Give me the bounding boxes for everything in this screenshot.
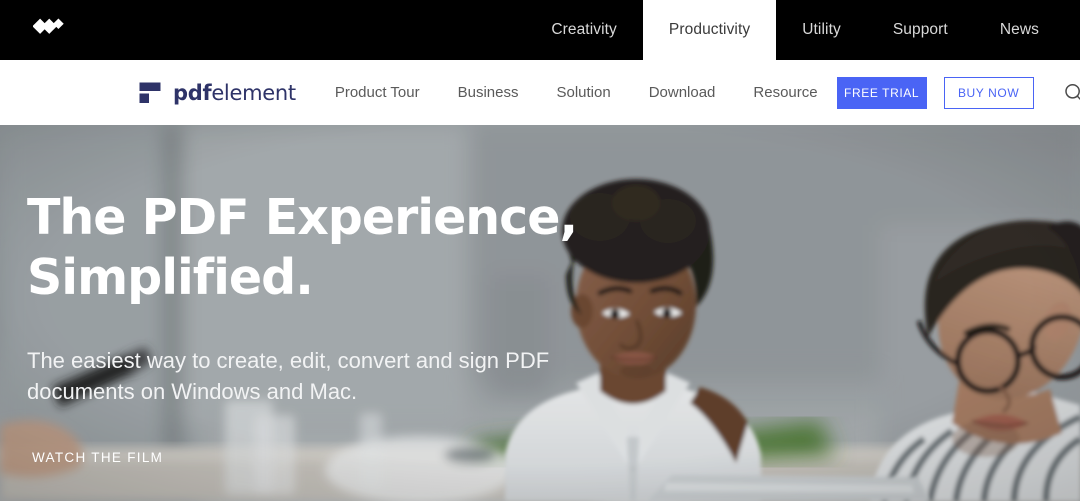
topnav-item-productivity[interactable]: Productivity — [642, 0, 777, 60]
nav-link-product-tour[interactable]: Product Tour — [316, 84, 439, 101]
nav-actions: FREE TRIAL BUY NOW — [836, 76, 1080, 109]
topnav-label: News — [999, 21, 1039, 38]
hero-heading: The PDF Experience, Simplified. — [27, 188, 578, 308]
hero-heading-line-1: The PDF Experience, — [27, 189, 578, 246]
nav-link-solution[interactable]: Solution — [537, 84, 629, 101]
product-nav-links: Product Tour Business Solution Download … — [316, 84, 837, 101]
nav-link-business[interactable]: Business — [439, 84, 538, 101]
buy-now-button[interactable]: BUY NOW — [943, 76, 1034, 109]
hero-subheading: The easiest way to create, edit, convert… — [27, 345, 587, 407]
topnav-label: Utility — [802, 21, 841, 38]
topnav-item-support[interactable]: Support — [867, 0, 974, 60]
hero-subheading-line-2: documents on Windows and Mac. — [27, 379, 358, 404]
pdfelement-wordmark-bold: pdf — [173, 80, 212, 105]
topnav-item-news[interactable]: News — [974, 0, 1080, 60]
free-trial-button[interactable]: FREE TRIAL — [836, 76, 927, 109]
product-navbar: pdfelement Product Tour Business Solutio… — [0, 60, 1080, 125]
topnav-item-creativity[interactable]: Creativity — [525, 0, 643, 60]
hero-subheading-line-1: The easiest way to create, edit, convert… — [27, 348, 550, 373]
pdfelement-logo[interactable]: pdfelement — [139, 80, 296, 106]
hero-heading-line-2: Simplified. — [27, 249, 314, 306]
wondershare-logo-icon — [33, 18, 64, 34]
page-root: Creativity Productivity Utility Support … — [0, 0, 1080, 501]
wondershare-logo[interactable] — [0, 0, 200, 60]
pdfelement-logo-icon — [139, 82, 161, 103]
hero-banner: The PDF Experience, Simplified. The easi… — [0, 125, 1080, 501]
search-button[interactable] — [1062, 81, 1080, 105]
topnav-label: Productivity — [668, 21, 751, 38]
topnav-label: Creativity — [551, 21, 617, 38]
topnav-label: Support — [892, 21, 948, 38]
topbar-nav: Creativity Productivity Utility Support … — [525, 0, 1080, 60]
nav-link-resource[interactable]: Resource — [734, 84, 836, 101]
watch-the-film-link[interactable]: WATCH THE FILM — [32, 450, 163, 465]
pdfelement-wordmark: pdfelement — [173, 81, 296, 105]
pdfelement-wordmark-light: element — [211, 80, 296, 105]
search-icon — [1064, 83, 1080, 100]
nav-link-download[interactable]: Download — [630, 84, 735, 101]
global-topbar: Creativity Productivity Utility Support … — [0, 0, 1080, 60]
topnav-item-utility[interactable]: Utility — [776, 0, 867, 60]
hero-copy: The PDF Experience, Simplified. The easi… — [27, 125, 647, 501]
